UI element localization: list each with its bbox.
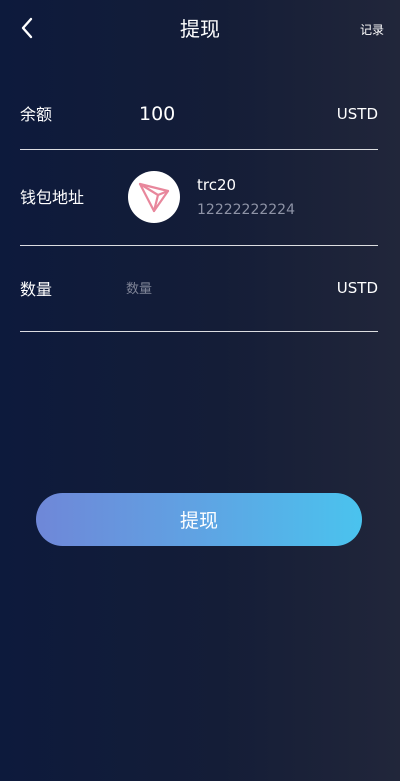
balance-row: 余额 100 USTD: [20, 80, 378, 150]
balance-unit: USTD: [336, 105, 378, 123]
tron-icon: [138, 182, 170, 213]
wallet-network: trc20: [197, 176, 237, 194]
wallet-row[interactable]: 钱包地址 trc20 12222222224: [20, 150, 378, 246]
balance-value: 100: [139, 103, 176, 125]
amount-input[interactable]: [126, 276, 316, 302]
records-link[interactable]: 记录: [360, 22, 384, 38]
balance-label: 余额: [20, 105, 53, 124]
header: 提现 记录: [0, 0, 400, 58]
amount-label: 数量: [20, 280, 53, 299]
amount-row: 数量 USTD: [20, 246, 378, 332]
amount-unit: USTD: [336, 279, 378, 297]
page-title: 提现: [180, 17, 220, 41]
coin-avatar: [128, 171, 180, 223]
withdraw-button[interactable]: 提现: [36, 493, 362, 546]
wallet-address: 12222222224: [197, 202, 295, 218]
wallet-label: 钱包地址: [20, 188, 85, 207]
